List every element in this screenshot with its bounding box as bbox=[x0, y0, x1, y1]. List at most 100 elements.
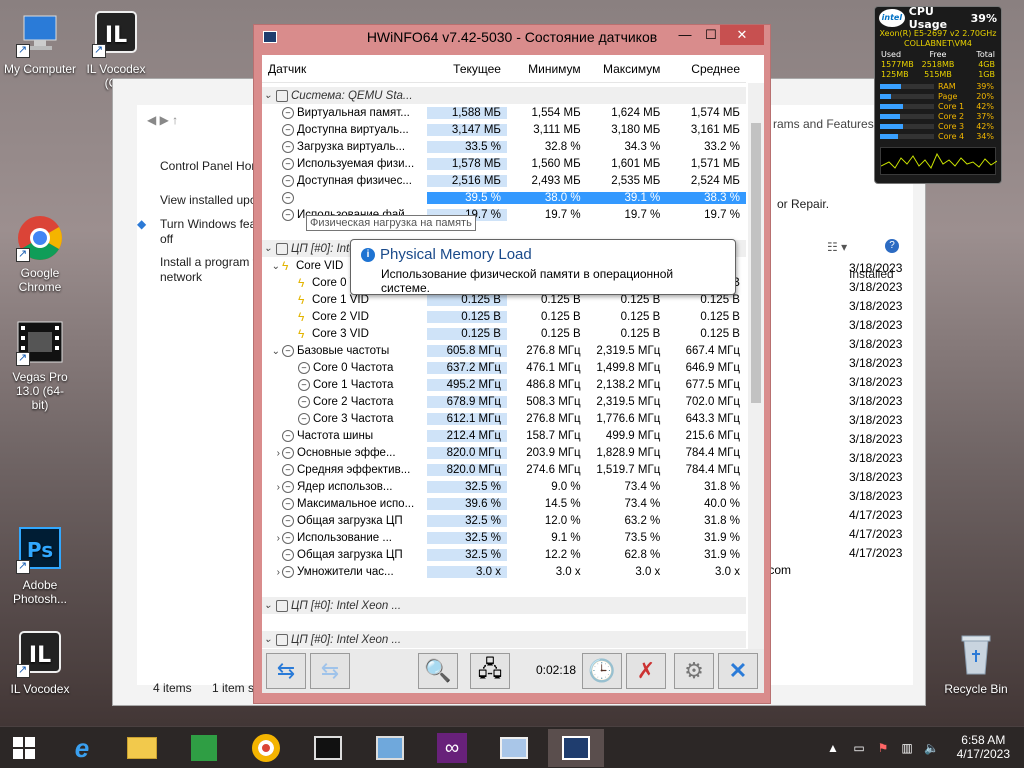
scrollbar-thumb[interactable] bbox=[751, 123, 761, 403]
svg-text:Ps: Ps bbox=[27, 538, 53, 562]
table-row[interactable]: – Core 2 Частота 678.9 МГц 508.3 МГц 2,319.5… bbox=[262, 393, 746, 410]
bar-track bbox=[880, 83, 934, 89]
column-minimum[interactable]: Минимум bbox=[507, 62, 587, 76]
taskbar-file-explorer[interactable] bbox=[114, 729, 170, 767]
tray-volume-icon[interactable]: 🔈 bbox=[924, 741, 939, 755]
turn-features-link[interactable]: Turn Windows fea bbox=[160, 217, 256, 231]
column-maximum[interactable]: Максимум bbox=[587, 62, 667, 76]
chevron-right-icon[interactable]: › bbox=[277, 448, 280, 459]
start-button[interactable] bbox=[0, 729, 48, 767]
table-row[interactable]: › – Использование ... 32.5 % 9.1 % 73.5 % 31.9… bbox=[262, 529, 746, 546]
table-row[interactable]: – Общая загрузка ЦП 32.5 % 12.0 % 63.2 % 31.8… bbox=[262, 512, 746, 529]
chevron-down-icon[interactable]: ⌄ bbox=[272, 346, 280, 357]
desktop-icon-photoshop[interactable]: Ps Adobe Photosh... bbox=[0, 526, 80, 606]
tray-device-icon[interactable]: ▭ bbox=[852, 741, 866, 755]
collapse-arrows-button[interactable]: ⇆ bbox=[310, 653, 350, 689]
table-row[interactable]: › – Ядер использов... 32.5 % 9.0 % 73.4 % 31.8… bbox=[262, 478, 746, 495]
table-row[interactable]: – Core 1 Частота 495.2 МГц 486.8 МГц 2,138.2… bbox=[262, 376, 746, 393]
table-row[interactable]: ϟ Core 2 VID 0.125 В 0.125 В 0.125 В 0.125 В bbox=[262, 308, 746, 325]
install-program-link-2[interactable]: network bbox=[160, 270, 202, 284]
network-button[interactable]: 🖧 bbox=[470, 653, 510, 689]
list-item: 3/18/2023 bbox=[849, 375, 903, 389]
taskbar-store[interactable] bbox=[176, 729, 232, 767]
settings-button[interactable]: ⚙ bbox=[674, 653, 714, 689]
sensor-rows: ⌄ Система: QEMU Sta... – Виртуальная памят.… bbox=[262, 87, 746, 648]
taskbar-chrome[interactable] bbox=[238, 729, 294, 767]
chevron-down-icon[interactable]: ⌄ bbox=[262, 600, 274, 611]
sensor-group-row[interactable]: ⌄ Система: QEMU Sta... bbox=[262, 87, 746, 104]
desktop-icon-il-vocodex[interactable]: IL IL Vocodex bbox=[0, 630, 80, 696]
sensor-table[interactable]: Датчик Текущее Минимум Максимум Среднее … bbox=[262, 55, 764, 667]
help-icon[interactable]: ? bbox=[885, 239, 899, 253]
bar-percent: 39% bbox=[976, 81, 994, 91]
usage-bar: Core 3 42% bbox=[875, 121, 1001, 131]
table-row[interactable]: – Core 0 Частота 637.2 МГц 476.1 МГц 1,499.8… bbox=[262, 359, 746, 376]
reset-button[interactable]: ✗ bbox=[626, 653, 666, 689]
tray-network-icon[interactable]: ▥ bbox=[900, 741, 914, 755]
taskbar-remote-desktop[interactable] bbox=[486, 729, 542, 767]
taskbar-internet-explorer[interactable]: e bbox=[54, 729, 110, 767]
taskbar-control-panel[interactable] bbox=[362, 729, 418, 767]
bar-percent: 34% bbox=[976, 131, 994, 141]
table-row[interactable]: – Средняя эффектив... 820.0 МГц 274.6 МГц 1,… bbox=[262, 461, 746, 478]
table-row[interactable]: – Доступна виртуаль... 3,147 МБ 3,111 МБ 3,1… bbox=[262, 121, 746, 138]
expand-arrows-button[interactable]: ⇆ bbox=[266, 653, 306, 689]
chevron-down-icon[interactable]: ⌄ bbox=[272, 261, 280, 272]
cpu-usage-gadget[interactable]: intel CPU Usage 39% Xeon(R) E5-2697 v2 2… bbox=[874, 5, 1002, 184]
table-row[interactable]: – Загрузка виртуаль... 33.5 % 32.8 % 34.3 % 3… bbox=[262, 138, 746, 155]
view-options-icon[interactable]: ☷ ▾ bbox=[827, 240, 847, 254]
usage-bars: RAM 39% Page 20% Core 1 42% Core 2 37% Core 3 42%… bbox=[875, 81, 1001, 141]
table-row[interactable]: ϟ Core 3 VID 0.125 В 0.125 В 0.125 В 0.125 В bbox=[262, 325, 746, 342]
repair-text: or Repair. bbox=[777, 197, 830, 211]
close-sensors-button[interactable]: ✕ bbox=[718, 653, 758, 689]
sensor-name-cell: – Используемая физи... bbox=[262, 157, 427, 170]
table-row[interactable]: › – Основные эффе... 820.0 МГц 203.9 МГц 1,82… bbox=[262, 444, 746, 461]
table-row[interactable]: – Частота шины 212.4 МГц 158.7 МГц 499.9 МГц… bbox=[262, 427, 746, 444]
column-sensor[interactable]: Датчик bbox=[262, 62, 427, 76]
desktop-icon-google-chrome[interactable]: Google Chrome bbox=[0, 214, 80, 294]
sensor-name-cell: – Core 3 Частота bbox=[262, 412, 427, 425]
search-button[interactable]: 🔍 bbox=[418, 653, 458, 689]
table-row[interactable]: – Максимальное испо... 39.6 % 14.5 % 73.4 % 4… bbox=[262, 495, 746, 512]
chevron-down-icon[interactable]: ⌄ bbox=[262, 90, 274, 101]
min-value: 9.1 % bbox=[551, 531, 581, 544]
taskbar-visual-studio[interactable]: ∞ bbox=[424, 729, 480, 767]
chevron-right-icon[interactable]: › bbox=[277, 482, 280, 493]
install-program-link[interactable]: Install a program f bbox=[160, 255, 256, 269]
close-button[interactable]: ✕ bbox=[720, 25, 764, 45]
chevron-right-icon[interactable]: › bbox=[277, 567, 280, 578]
clock-button[interactable]: 🕒 bbox=[582, 653, 622, 689]
chevron-right-icon[interactable]: › bbox=[277, 533, 280, 544]
minimize-button[interactable]: — bbox=[672, 25, 698, 45]
table-row[interactable]: – 39.5 % 38.0 % 39.1 % 38.3 % bbox=[262, 189, 746, 206]
desktop-icon-vegas-pro[interactable]: Vegas Pro 13.0 (64-bit) bbox=[0, 318, 80, 412]
desktop-icon-label: My Computer bbox=[3, 62, 77, 76]
chevron-down-icon[interactable]: ⌄ bbox=[262, 243, 274, 254]
desktop-icon-my-computer[interactable]: My Computer bbox=[0, 10, 80, 76]
taskbar-vegas[interactable] bbox=[300, 729, 356, 767]
tray-arrow-icon[interactable]: ▲ bbox=[826, 741, 840, 755]
table-row[interactable]: – Общая загрузка ЦП 32.5 % 12.2 % 62.8 % 31.9… bbox=[262, 546, 746, 563]
column-current[interactable]: Текущее bbox=[427, 62, 507, 76]
hwinfo-sensors-window[interactable]: HWiNFO64 v7.42-5030 - Состояние датчиков… bbox=[253, 24, 771, 704]
table-row[interactable]: › – Умножители час... 3.0 x 3.0 x 3.0 x 3.0 x bbox=[262, 563, 746, 580]
turn-features-link-2[interactable]: off bbox=[160, 232, 173, 246]
vertical-scrollbar[interactable] bbox=[748, 83, 764, 667]
column-average[interactable]: Среднее bbox=[666, 62, 746, 76]
sensor-label: Core 0 Частота bbox=[313, 361, 394, 374]
taskbar-hwinfo[interactable] bbox=[548, 729, 604, 767]
table-row[interactable]: – Core 3 Частота 612.1 МГц 276.8 МГц 1,776.6… bbox=[262, 410, 746, 427]
table-row[interactable]: – Виртуальная памят... 1,588 МБ 1,554 МБ 1,6… bbox=[262, 104, 746, 121]
table-row[interactable]: – Используемая физи... 1,578 МБ 1,560 МБ 1,6… bbox=[262, 155, 746, 172]
tray-flag-icon[interactable]: ⚑ bbox=[876, 741, 890, 755]
cp-home-link[interactable]: Control Panel Hor bbox=[160, 159, 255, 173]
taskbar-clock[interactable]: 6:58 AM 4/17/2023 bbox=[957, 733, 1010, 761]
table-row[interactable]: – Доступная физичес... 2,516 МБ 2,493 МБ 2,5… bbox=[262, 172, 746, 189]
view-updates-link[interactable]: View installed upc bbox=[160, 193, 256, 207]
sensor-group-row[interactable]: ⌄ ЦП [#0]: Intel Xeon ... bbox=[262, 631, 746, 648]
sensor-group-row[interactable]: ⌄ ЦП [#0]: Intel Xeon ... bbox=[262, 597, 746, 614]
back-icon[interactable]: ◀ ▶ ↑ bbox=[147, 113, 178, 127]
desktop-icon-recycle-bin[interactable]: Recycle Bin bbox=[936, 630, 1016, 696]
chevron-down-icon[interactable]: ⌄ bbox=[262, 634, 274, 645]
table-row[interactable]: ⌄ – Базовые частоты 605.8 МГц 276.8 МГц 2,319… bbox=[262, 342, 746, 359]
